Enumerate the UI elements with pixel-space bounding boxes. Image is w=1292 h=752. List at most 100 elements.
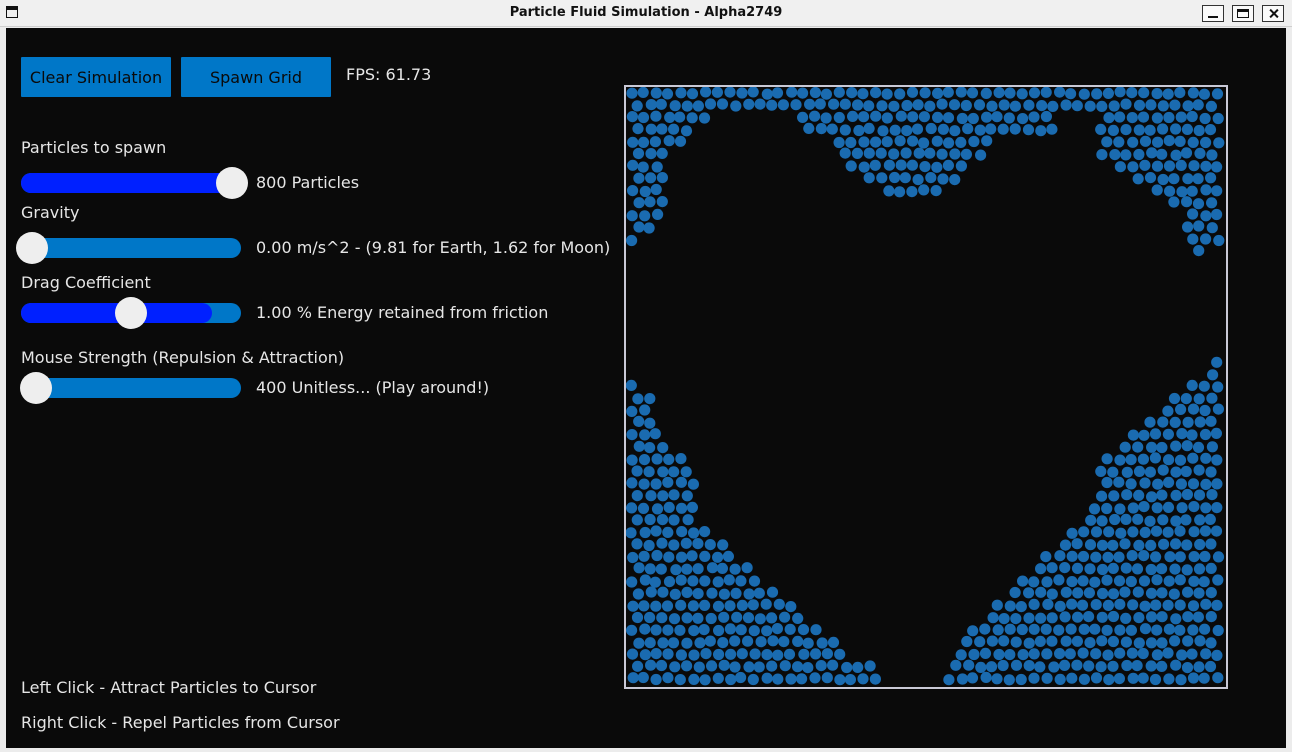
particle (1133, 148, 1145, 161)
particle (717, 637, 729, 649)
particle (663, 576, 676, 588)
particle (631, 100, 643, 112)
slider-thumb[interactable] (16, 232, 48, 264)
particle (853, 124, 865, 137)
particle (693, 661, 705, 673)
particle (668, 613, 681, 625)
particle (980, 87, 992, 99)
particle (1163, 111, 1175, 124)
particle (1053, 574, 1065, 586)
clear-simulation-button[interactable]: Clear Simulation (21, 57, 171, 97)
maximize-button[interactable] (1232, 5, 1254, 22)
particle (1163, 476, 1175, 488)
gravity-slider[interactable] (16, 232, 241, 264)
particle (1048, 661, 1060, 673)
particle (1156, 148, 1168, 160)
particle (1132, 441, 1144, 453)
particle (1101, 453, 1113, 465)
particle (1028, 672, 1040, 684)
particle (981, 135, 993, 147)
particle (736, 87, 748, 99)
particle (980, 671, 992, 684)
particle (1139, 159, 1151, 171)
particle (688, 527, 700, 539)
particle (968, 648, 980, 661)
particle (960, 99, 972, 112)
particle (1157, 100, 1169, 112)
particle (870, 136, 882, 148)
particle (1113, 575, 1126, 587)
slider-thumb[interactable] (115, 297, 147, 329)
particle (1205, 562, 1217, 574)
close-button[interactable] (1262, 5, 1284, 22)
particle (1144, 416, 1156, 428)
particle (1004, 600, 1016, 612)
window-title-bar[interactable]: Particle Fluid Simulation - Alpha2749 (0, 0, 1292, 27)
particle (1200, 478, 1212, 490)
particle (1175, 111, 1187, 123)
particle (1200, 233, 1212, 245)
particle (907, 135, 919, 147)
particle (1114, 624, 1126, 636)
particle (790, 99, 802, 111)
particle (650, 525, 662, 537)
particle (704, 635, 716, 647)
particle (644, 637, 656, 649)
particle (1157, 123, 1169, 135)
particle (1205, 466, 1217, 478)
particle (1145, 637, 1158, 649)
simulation-canvas[interactable] (624, 85, 1228, 689)
particle (991, 599, 1003, 611)
particle (1028, 648, 1040, 660)
particle (644, 611, 656, 624)
particle (1187, 87, 1199, 99)
particle (1187, 403, 1200, 415)
particle (1113, 551, 1125, 563)
particle (1162, 405, 1174, 417)
particle (975, 661, 987, 674)
particle (1170, 515, 1182, 527)
particle (632, 147, 645, 160)
minimize-button[interactable] (1202, 5, 1224, 22)
particle (692, 100, 704, 112)
particle (712, 576, 724, 588)
particles-slider[interactable] (21, 167, 249, 199)
particle (633, 221, 645, 233)
particle (649, 428, 661, 440)
particle (633, 197, 645, 209)
particle (706, 587, 718, 599)
particle (839, 98, 851, 110)
slider-thumb[interactable] (20, 372, 53, 404)
particle (632, 123, 644, 135)
particle (1028, 623, 1040, 635)
slider-thumb[interactable] (216, 167, 249, 199)
particle (631, 490, 643, 502)
particle (631, 611, 644, 624)
particle (668, 489, 680, 501)
particle (1065, 623, 1077, 635)
particle (686, 88, 699, 100)
particle (1114, 647, 1126, 659)
spawn-grid-button[interactable]: Spawn Grid (181, 57, 331, 97)
particle (918, 111, 930, 123)
particle (1200, 648, 1212, 660)
particle (1023, 612, 1035, 624)
particle (1096, 515, 1108, 527)
particle (1187, 600, 1200, 612)
particle (869, 159, 881, 171)
particle (731, 611, 743, 623)
particle (1078, 88, 1090, 100)
particle (1139, 600, 1151, 612)
particle (761, 88, 773, 100)
particle (1188, 575, 1200, 587)
particle (1187, 233, 1199, 245)
particle (766, 586, 779, 598)
particle (1181, 662, 1194, 674)
particle (761, 625, 773, 637)
particle (692, 538, 704, 550)
particle (936, 148, 948, 160)
particle (1103, 674, 1115, 686)
mouse-strength-slider[interactable] (20, 372, 241, 404)
drag-slider[interactable] (21, 297, 241, 329)
particle (1133, 539, 1145, 551)
